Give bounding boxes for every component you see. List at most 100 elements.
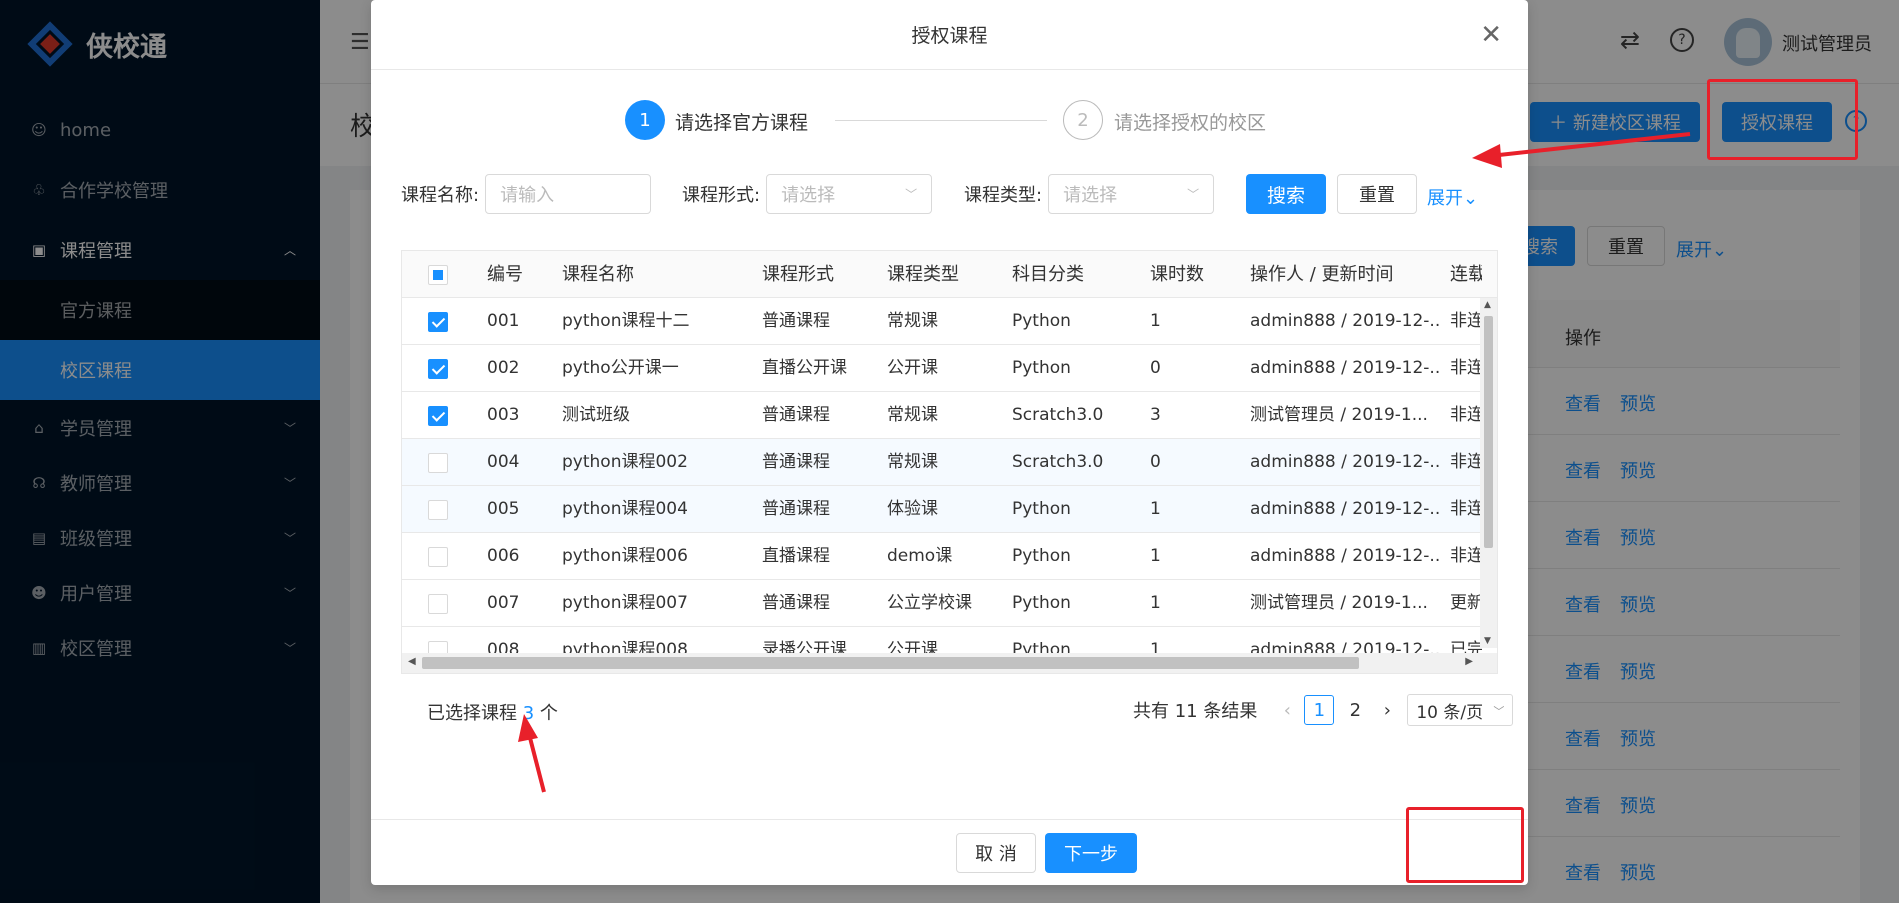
chevron-down-icon: ﹀ — [905, 187, 918, 202]
cell-id: 006 — [487, 546, 520, 566]
horizontal-scrollbar[interactable]: ◀ ▶ — [402, 653, 1497, 673]
scroll-up-icon[interactable]: ▲ — [1484, 300, 1491, 310]
expand-label: 展开 — [1427, 188, 1463, 209]
steps: 1 请选择官方课程 2 请选择授权的校区 — [625, 100, 1275, 140]
prev-page-icon[interactable]: ‹ — [1273, 700, 1301, 721]
cell-hours: 1 — [1150, 593, 1161, 613]
next-page-icon[interactable]: › — [1373, 700, 1401, 721]
row-checkbox[interactable] — [428, 500, 448, 520]
table-row[interactable]: 004 python课程002 普通课程 常规课 Scratch3.0 0 admin888… — [402, 439, 1482, 486]
cell-name: python课程十二 — [562, 311, 690, 331]
col-type: 课程类型 — [887, 264, 959, 285]
col-serial: 连载 — [1450, 264, 1482, 285]
row-checkbox[interactable] — [428, 406, 448, 426]
course-type-label: 课程类型: — [964, 185, 1043, 206]
cell-name: python课程007 — [562, 593, 688, 613]
expand-link[interactable]: 展开⌄ — [1427, 184, 1478, 210]
cell-operator: admin888 / 2019-12-... — [1250, 546, 1440, 566]
scroll-thumb[interactable] — [1484, 316, 1493, 548]
col-hours: 课时数 — [1150, 264, 1204, 285]
chevron-down-icon: ﹀ — [1493, 705, 1505, 718]
cell-subject: Python — [1012, 593, 1071, 613]
cell-type: 常规课 — [887, 405, 938, 425]
cell-name: python课程002 — [562, 452, 688, 472]
scroll-left-icon[interactable]: ◀ — [408, 656, 416, 667]
cell-subject: Python — [1012, 358, 1071, 378]
scroll-thumb[interactable] — [422, 657, 1359, 669]
cell-id: 003 — [487, 405, 520, 425]
step-2-label: 请选择授权的校区 — [1114, 112, 1267, 134]
cell-serial: 非连 — [1450, 452, 1482, 472]
search-button[interactable]: 搜索 — [1246, 174, 1326, 214]
scroll-right-icon[interactable]: ▶ — [1465, 656, 1473, 667]
cell-operator: admin888 / 2019-12-... — [1250, 452, 1440, 472]
modal-header: 授权课程 ✕ — [371, 0, 1528, 70]
table-row[interactable]: 007 python课程007 普通课程 公立学校课 Python 1 测试管理员 / 20… — [402, 580, 1482, 627]
row-checkbox[interactable] — [428, 359, 448, 379]
cell-serial: 非连 — [1450, 358, 1482, 378]
cancel-button[interactable]: 取 消 — [956, 833, 1036, 873]
row-checkbox[interactable] — [428, 594, 448, 614]
course-table: 编号 课程名称 课程形式 课程类型 科目分类 课时数 操作人 / 更新时间 连载… — [401, 250, 1498, 674]
row-checkbox[interactable] — [428, 312, 448, 332]
cell-operator: 测试管理员 / 2019-1... — [1250, 593, 1428, 613]
cell-id: 005 — [487, 499, 520, 519]
col-form: 课程形式 — [762, 264, 834, 285]
filter-course-name: 课程名称: 请输入 — [401, 174, 652, 214]
total-results: 共有 11 条结果 — [1133, 701, 1258, 722]
authorize-course-modal: 授权课程 ✕ 1 请选择官方课程 2 请选择授权的校区 课程名称: 请输入 课程… — [371, 0, 1528, 885]
table-row[interactable]: 006 python课程006 直播课程 demo课 Python 1 admin888 /… — [402, 533, 1482, 580]
table-header: 编号 课程名称 课程形式 课程类型 科目分类 课时数 操作人 / 更新时间 连载 — [402, 251, 1497, 298]
modal-footer — [371, 819, 1528, 885]
cell-operator: 测试管理员 / 2019-1... — [1250, 405, 1428, 425]
cell-form: 直播课程 — [762, 546, 830, 566]
cell-type: 体验课 — [887, 499, 938, 519]
cell-hours: 1 — [1150, 499, 1161, 519]
close-icon[interactable]: ✕ — [1480, 22, 1502, 48]
page-size-select[interactable]: 10 条/页 ﹀ — [1407, 694, 1514, 726]
selected-prefix: 已选择课程 — [427, 703, 523, 724]
cell-name: python课程006 — [562, 546, 688, 566]
table-row[interactable]: 005 python课程004 普通课程 体验课 Python 1 admin888 / 2… — [402, 486, 1482, 533]
cell-hours: 1 — [1150, 311, 1161, 331]
annotation-box-next — [1406, 807, 1524, 883]
cell-serial: 更新 — [1450, 593, 1482, 613]
cell-form: 普通课程 — [762, 499, 830, 519]
row-checkbox[interactable] — [428, 547, 448, 567]
course-type-select[interactable]: 请选择 ﹀ — [1048, 174, 1215, 214]
page-2[interactable]: 2 — [1340, 695, 1370, 725]
table-row[interactable]: 002 pytho公开课一 直播公开课 公开课 Python 0 admin888 / 20… — [402, 345, 1482, 392]
step-divider — [835, 120, 1047, 121]
course-form-placeholder: 请选择 — [781, 185, 836, 206]
col-name: 课程名称 — [562, 264, 634, 285]
cell-hours: 0 — [1150, 452, 1161, 472]
cell-name: python课程004 — [562, 499, 688, 519]
cell-type: 公开课 — [887, 358, 938, 378]
cell-serial: 非连 — [1450, 311, 1482, 331]
cell-hours: 3 — [1150, 405, 1161, 425]
selected-count: 3 — [522, 703, 535, 724]
vertical-scrollbar[interactable]: ▲ ▼ — [1480, 298, 1497, 648]
course-form-select[interactable]: 请选择 ﹀ — [766, 174, 933, 214]
modal-title: 授权课程 — [911, 25, 988, 47]
page-1[interactable]: 1 — [1304, 695, 1335, 725]
course-name-input[interactable]: 请输入 — [485, 174, 652, 214]
cell-id: 007 — [487, 593, 520, 613]
row-checkbox[interactable] — [428, 453, 448, 473]
cell-name: pytho公开课一 — [562, 358, 679, 378]
cell-hours: 1 — [1150, 546, 1161, 566]
scroll-down-icon[interactable]: ▼ — [1484, 636, 1491, 646]
cell-subject: Python — [1012, 311, 1071, 331]
selected-suffix: 个 — [534, 703, 558, 724]
next-step-button[interactable]: 下一步 — [1045, 833, 1137, 873]
cell-form: 直播公开课 — [762, 358, 847, 378]
table-row[interactable]: 001 python课程十二 普通课程 常规课 Python 1 admin888 / 20… — [402, 298, 1482, 345]
annotation-box-authorize — [1707, 79, 1858, 160]
cell-serial: 非连 — [1450, 546, 1482, 566]
reset-button[interactable]: 重置 — [1337, 174, 1417, 214]
cell-type: demo课 — [887, 546, 953, 566]
cell-serial: 非连 — [1450, 499, 1482, 519]
course-name-placeholder: 请输入 — [500, 185, 555, 206]
select-all-checkbox[interactable] — [428, 265, 448, 285]
table-row[interactable]: 003 测试班级 普通课程 常规课 Scratch3.0 3 测试管理员 / 2019-1.… — [402, 392, 1482, 439]
